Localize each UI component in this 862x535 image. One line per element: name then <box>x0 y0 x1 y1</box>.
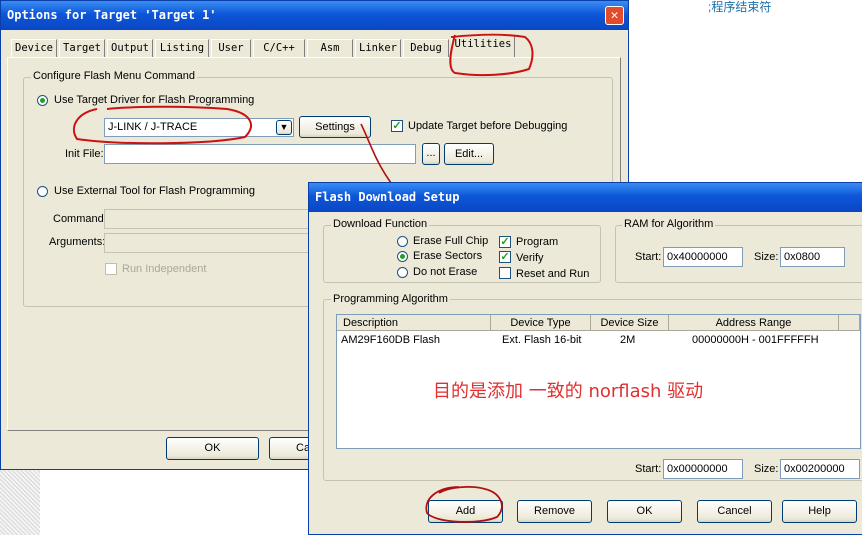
options-dialog-title: Options for Target 'Target 1' <box>7 8 217 22</box>
erase-full-chip-label: Erase Full Chip <box>413 235 489 247</box>
tab-user[interactable]: User <box>211 39 251 57</box>
flash-download-setup-dialog: Flash Download Setup Download Function E… <box>308 182 862 535</box>
algorithm-size-input[interactable]: 0x00200000 <box>780 459 860 479</box>
tab-linker[interactable]: Linker <box>355 39 401 57</box>
download-function-label: Download Function <box>331 218 430 230</box>
table-row[interactable]: AM29F160DB Flash Ext. Flash 16-bit 2M 00… <box>337 333 860 349</box>
background-pattern <box>0 470 40 535</box>
cancel-button[interactable]: Cancel <box>697 500 772 523</box>
annotation-ellipse-utilities <box>449 33 534 77</box>
arguments-input[interactable] <box>104 233 319 253</box>
reset-and-run-label: Reset and Run <box>516 268 590 280</box>
row-description: AM29F160DB Flash <box>341 334 441 346</box>
row-device-size: 2M <box>620 334 636 346</box>
ram-start-input[interactable]: 0x40000000 <box>663 247 743 267</box>
init-file-label: Init File: <box>65 148 104 160</box>
annotation-ellipse-driver <box>72 105 252 145</box>
program-label: Program <box>516 236 559 248</box>
algorithm-start-label: Start: <box>635 463 662 475</box>
flash-dialog-title: Flash Download Setup <box>315 190 460 204</box>
run-independent-label: Run Independent <box>122 263 207 275</box>
programming-algorithm-label: Programming Algorithm <box>331 293 450 305</box>
program-checkbox[interactable]: ✓ <box>499 236 511 248</box>
command-label: Command: <box>53 213 107 225</box>
run-independent-checkbox[interactable] <box>105 263 117 275</box>
verify-label: Verify <box>516 252 544 264</box>
column-header-description[interactable]: Description <box>337 315 491 331</box>
ok-button[interactable]: OK <box>607 500 682 523</box>
do-not-erase-label: Do not Erase <box>413 266 478 278</box>
erase-sectors-radio[interactable] <box>397 251 408 262</box>
row-device-type: Ext. Flash 16-bit <box>502 334 582 346</box>
tab-c-cpp[interactable]: C/C++ <box>253 39 305 57</box>
column-header-address-range[interactable]: Address Range <box>669 315 839 331</box>
column-header-device-size[interactable]: Device Size <box>591 315 669 331</box>
reset-and-run-checkbox[interactable] <box>499 267 511 279</box>
use-target-driver-radio[interactable] <box>37 95 48 106</box>
verify-checkbox[interactable]: ✓ <box>499 251 511 263</box>
erase-full-chip-radio[interactable] <box>397 236 408 247</box>
remove-button[interactable]: Remove <box>517 500 592 523</box>
ram-size-label: Size: <box>754 251 779 263</box>
row-address-range: 00000000H - 001FFFFFH <box>692 334 819 346</box>
flash-dialog-titlebar: Flash Download Setup <box>309 183 862 212</box>
do-not-erase-radio[interactable] <box>397 267 408 278</box>
command-input[interactable] <box>104 209 319 229</box>
ram-start-label: Start: <box>635 251 662 263</box>
configure-flash-group-label: Configure Flash Menu Command <box>31 70 198 82</box>
ram-for-algorithm-label: RAM for Algorithm <box>622 218 716 230</box>
arguments-label: Arguments: <box>49 236 106 248</box>
annotation-ellipse-add <box>425 486 503 523</box>
help-button[interactable]: Help <box>782 500 857 523</box>
use-external-tool-radio[interactable] <box>37 186 48 197</box>
chevron-down-icon[interactable]: ▼ <box>276 120 292 135</box>
annotation-text: 目的是添加 一致的 norflash 驱动 <box>433 381 704 402</box>
column-header-device-type[interactable]: Device Type <box>491 315 591 331</box>
algorithm-list[interactable]: Description Device Type Device Size Addr… <box>336 314 861 449</box>
tab-target[interactable]: Target <box>59 39 105 57</box>
code-comment-note: ;程序结束符 <box>708 0 772 14</box>
tab-device[interactable]: Device <box>11 39 57 57</box>
options-dialog-titlebar: Options for Target 'Target 1' ✕ <box>1 1 628 30</box>
algorithm-start-input[interactable]: 0x00000000 <box>663 459 743 479</box>
ram-size-input[interactable]: 0x0800 <box>780 247 845 267</box>
close-icon[interactable]: ✕ <box>605 6 624 25</box>
tab-output[interactable]: Output <box>107 39 153 57</box>
tab-listing[interactable]: Listing <box>155 39 209 57</box>
tab-asm[interactable]: Asm <box>307 39 353 57</box>
column-header-spacer <box>839 315 860 331</box>
erase-sectors-label: Erase Sectors <box>413 250 483 262</box>
use-external-tool-label: Use External Tool for Flash Programming <box>54 185 255 197</box>
algorithm-size-label: Size: <box>754 463 779 475</box>
ok-button[interactable]: OK <box>166 437 259 460</box>
